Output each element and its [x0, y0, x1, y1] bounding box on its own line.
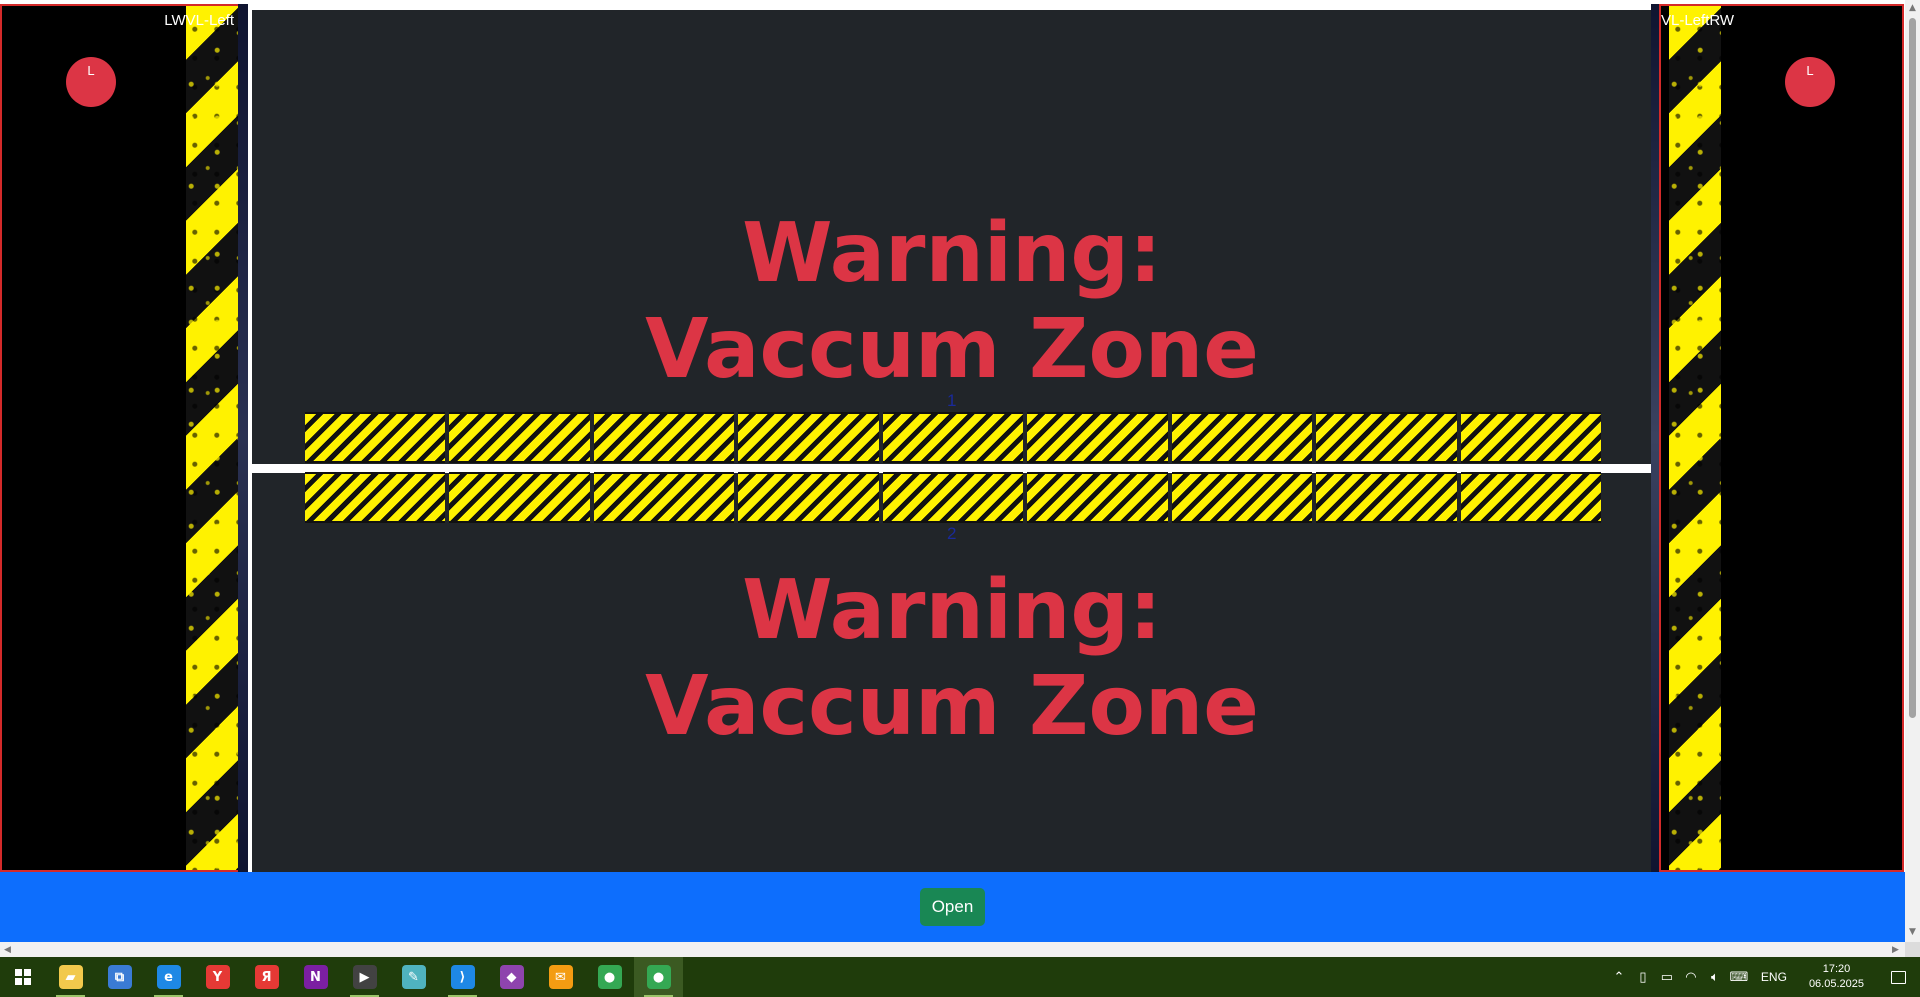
scroll-down-icon[interactable]: ▼: [1909, 926, 1916, 938]
volume-icon[interactable]: 🔈︎: [1703, 969, 1727, 985]
wifi-icon[interactable]: ◠: [1679, 969, 1703, 985]
zone-2-warning-line2: Vaccum Zone: [645, 659, 1259, 754]
zone-2-warning-line1: Warning:: [742, 563, 1162, 658]
media-player-icon: ▶: [352, 965, 377, 989]
onenote-icon: N: [303, 965, 328, 989]
barrier-segment: [1027, 412, 1168, 463]
zone-1-warning-line2: Vaccum Zone: [645, 302, 1259, 397]
zone-2-hazard-barrier: [305, 472, 1601, 523]
barrier-segment: [882, 472, 1024, 523]
file-explorer-icon: ▰: [58, 965, 83, 989]
visual-studio-icon: ◆: [499, 965, 524, 989]
scrollbar-corner: [1905, 942, 1920, 957]
barrier-segment: [1027, 472, 1168, 523]
device-icon[interactable]: ▯: [1631, 969, 1655, 985]
taskbar-apps: ▰ ⧉ e Y Я N ▶ ✎ ⟩ ◆ ✉ ● ●: [46, 957, 683, 997]
right-hazard-stripe: [1669, 6, 1721, 870]
taskbar-app[interactable]: ▰: [46, 957, 95, 997]
chevron-up-icon[interactable]: ⌃: [1607, 969, 1631, 985]
barrier-segment: [882, 412, 1024, 463]
taskbar-app[interactable]: Я: [242, 957, 291, 997]
taskbar-app[interactable]: ✉: [536, 957, 585, 997]
scroll-up-icon[interactable]: ▲: [1909, 2, 1916, 14]
right-panel-title: VL-LeftRW: [1661, 12, 1735, 29]
vertical-scrollbar[interactable]: ▲ ▼: [1905, 0, 1920, 942]
barrier-segment: [1316, 412, 1457, 463]
left-vacuum-panel: LWVL-Left L: [0, 4, 238, 872]
scroll-left-icon[interactable]: ◀: [4, 944, 11, 956]
zone-1-number: 1: [947, 391, 957, 410]
horizontal-scrollbar[interactable]: ◀ ▶: [0, 942, 1905, 957]
left-hazard-stripe: [186, 6, 238, 870]
battery-icon[interactable]: ▭: [1655, 969, 1679, 985]
vscode-icon: ⟩: [450, 965, 475, 989]
left-gap-strip: [238, 4, 248, 872]
chrome-profile-icon: ●: [646, 965, 671, 989]
barrier-segment: [1171, 412, 1313, 463]
barrier-segment: [305, 472, 446, 523]
scroll-right-icon[interactable]: ▶: [1892, 944, 1899, 956]
notifications-button[interactable]: [1876, 970, 1920, 984]
right-status-indicator[interactable]: L: [1785, 57, 1835, 107]
vertical-scroll-thumb[interactable]: [1909, 18, 1916, 718]
taskbar-app[interactable]: ◆: [487, 957, 536, 997]
barrier-segment: [449, 412, 590, 463]
left-status-indicator[interactable]: L: [66, 57, 116, 107]
notes-app-icon: ✎: [401, 965, 426, 989]
zone-2-warning: Warning: Vaccum Zone: [645, 563, 1259, 755]
clock-date: 06.05.2025: [1808, 978, 1864, 990]
barrier-segment: [449, 472, 590, 523]
clock[interactable]: 17:20 06.05.2025: [1797, 962, 1876, 992]
start-button[interactable]: [0, 957, 46, 997]
taskbar-app[interactable]: ⟩: [438, 957, 487, 997]
barrier-segment: [1460, 412, 1601, 463]
barrier-segment: [1171, 472, 1313, 523]
left-panel-title: LWVL-Left: [164, 12, 234, 29]
taskbar-app[interactable]: ⧉: [95, 957, 144, 997]
taskbar-app[interactable]: ●: [585, 957, 634, 997]
taskbar-app[interactable]: ▶: [340, 957, 389, 997]
barrier-segment: [593, 472, 735, 523]
windows-logo-icon: [15, 969, 31, 985]
taskbar-app[interactable]: e: [144, 957, 193, 997]
clock-time: 17:20: [1822, 963, 1851, 975]
notification-icon: [1890, 970, 1906, 984]
language-indicator[interactable]: ENG: [1751, 970, 1797, 984]
yandex-icon: Я: [254, 965, 279, 989]
bottom-action-bar: Open: [0, 872, 1905, 942]
open-button[interactable]: Open: [919, 888, 986, 926]
windows-taskbar: ▰ ⧉ e Y Я N ▶ ✎ ⟩ ◆ ✉ ● ● ⌃ ▯ ▭ ◠ 🔈︎ ⌨ ENG 17:20 06.…: [0, 957, 1920, 997]
right-vacuum-panel: VL-LeftRW L: [1659, 4, 1904, 872]
taskbar-app[interactable]: ✎: [389, 957, 438, 997]
barrier-segment: [1316, 472, 1457, 523]
taskbar-app[interactable]: N: [291, 957, 340, 997]
barrier-segment: [305, 412, 446, 463]
chrome-icon: ●: [597, 965, 622, 989]
zone-1-warning: Warning: Vaccum Zone: [645, 206, 1259, 398]
barrier-segment: [1460, 472, 1601, 523]
app-window: LWVL-Left L Warning: Vaccum Zone Warning…: [0, 0, 1905, 942]
barrier-segment: [593, 412, 735, 463]
yandex-browser-icon: Y: [205, 965, 230, 989]
zone-1-hazard-barrier: [305, 412, 1601, 463]
barrier-segment: [738, 412, 879, 463]
edge-icon: e: [156, 965, 181, 989]
barrier-segment: [738, 472, 879, 523]
keyboard-icon[interactable]: ⌨: [1727, 969, 1751, 985]
network-app-icon: ⧉: [107, 965, 132, 989]
taskbar-app[interactable]: Y: [193, 957, 242, 997]
zone-2-number: 2: [947, 524, 957, 543]
taskbar-app[interactable]: ●: [634, 957, 683, 997]
zone-1-warning-line1: Warning:: [742, 206, 1162, 301]
system-tray: ⌃ ▯ ▭ ◠ 🔈︎ ⌨ ENG 17:20 06.05.2025: [1607, 957, 1920, 997]
mail-app-icon: ✉: [548, 965, 573, 989]
